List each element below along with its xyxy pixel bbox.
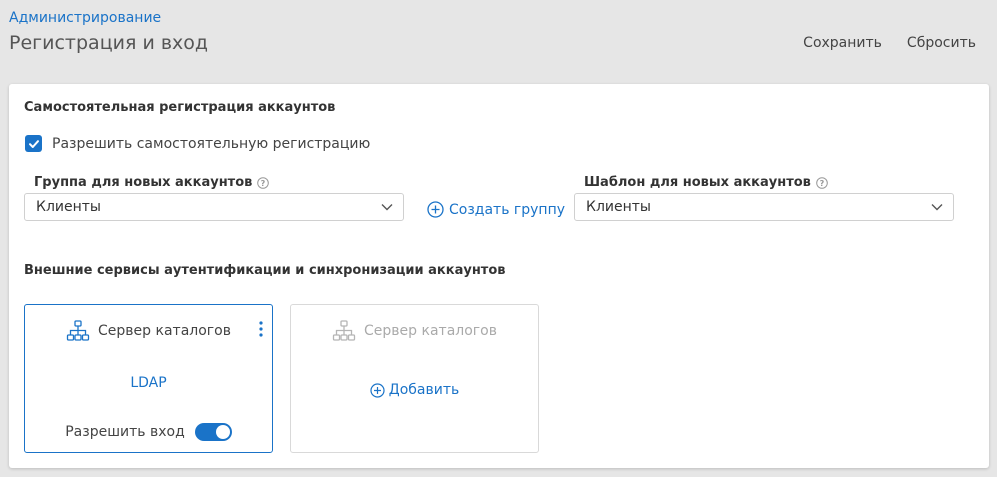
template-select[interactable]: Клиенты — [574, 193, 954, 221]
placeholder-card-header: Сервер каталогов — [291, 319, 538, 343]
service-card-title: Сервер каталогов — [98, 323, 231, 339]
group-select[interactable]: Клиенты — [24, 193, 404, 221]
service-card-type[interactable]: LDAP — [25, 375, 272, 391]
toggle-knob — [215, 425, 230, 439]
chevron-down-icon — [381, 204, 393, 211]
self-registration-section-title: Самостоятельная регистрация аккаунтов — [24, 100, 336, 115]
help-icon[interactable]: ? — [257, 176, 270, 189]
save-button[interactable]: Сохранить — [803, 35, 882, 51]
allow-self-registration-checkbox[interactable] — [25, 135, 42, 152]
checkmark-icon — [28, 139, 39, 148]
plus-circle-icon — [370, 382, 385, 398]
breadcrumb-administration[interactable]: Администрирование — [9, 10, 161, 26]
sitemap-icon — [332, 320, 356, 341]
svg-text:?: ? — [820, 179, 825, 188]
plus-circle-icon — [427, 201, 444, 218]
service-card-ldap[interactable]: Сервер каталогов LDAP Разрешить вход — [24, 304, 273, 453]
chevron-down-icon — [931, 204, 943, 211]
kebab-icon[interactable] — [259, 321, 263, 341]
service-card-placeholder: Сервер каталогов Добавить — [290, 304, 539, 453]
help-icon[interactable]: ? — [816, 176, 828, 189]
template-select-value: Клиенты — [586, 199, 651, 215]
allow-self-registration-label: Разрешить самостоятельную регистрацию — [52, 135, 371, 152]
svg-text:?: ? — [261, 179, 266, 188]
sitemap-icon — [66, 320, 90, 341]
external-services-section-title: Внешние сервисы аутентификации и синхрон… — [24, 263, 506, 278]
add-service-label: Добавить — [388, 382, 460, 398]
allow-login-toggle[interactable] — [194, 423, 232, 441]
group-select-value: Клиенты — [36, 199, 101, 215]
group-field-label: Группа для новых аккаунтов ? — [34, 175, 270, 190]
create-group-button[interactable]: Создать группу — [427, 201, 565, 218]
service-card-header: Сервер каталогов — [25, 319, 272, 343]
template-field-label-text: Шаблон для новых аккаунтов — [584, 175, 811, 190]
allow-login-label: Разрешить вход — [65, 424, 185, 440]
reset-button[interactable]: Сбросить — [907, 35, 976, 51]
create-group-label: Создать группу — [449, 201, 566, 218]
placeholder-card-title: Сервер каталогов — [364, 323, 497, 339]
add-service-button[interactable]: Добавить — [291, 382, 538, 398]
group-field-label-text: Группа для новых аккаунтов — [34, 175, 253, 190]
page-header: Администрирование Регистрация и вход Сох… — [0, 0, 997, 84]
header-actions: Сохранить Сбросить — [803, 35, 976, 51]
settings-card: Самостоятельная регистрация аккаунтов Ра… — [9, 84, 989, 468]
allow-self-registration-row[interactable]: Разрешить самостоятельную регистрацию — [25, 135, 370, 152]
allow-login-row: Разрешить вход — [25, 423, 272, 441]
page-title: Регистрация и вход — [9, 32, 209, 54]
template-field-label: Шаблон для новых аккаунтов ? — [584, 175, 828, 190]
